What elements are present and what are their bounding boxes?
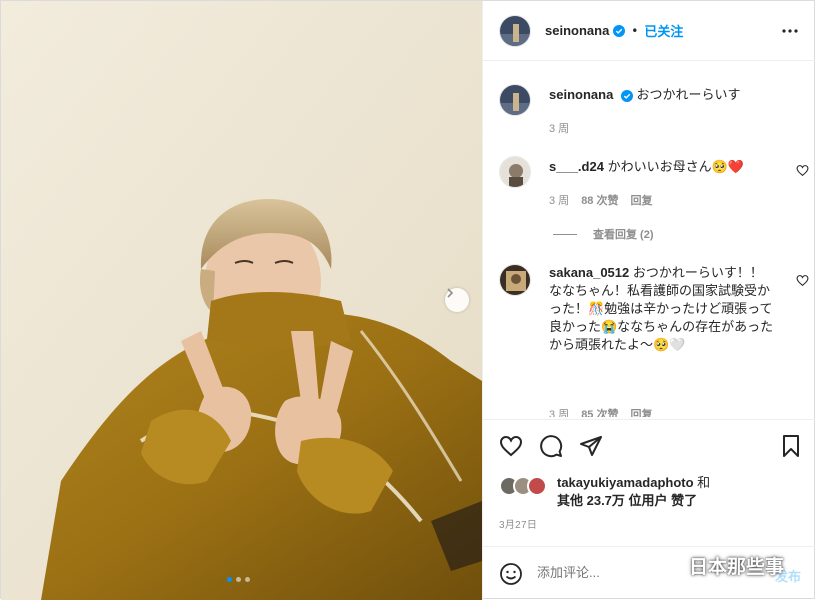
view-replies-label: 查看回复 (2)	[593, 229, 654, 241]
share-paper-plane-icon[interactable]	[579, 434, 603, 458]
avatar[interactable]	[499, 264, 531, 296]
likes-line-2[interactable]: 其他 23.7万 位用户 赞了	[557, 492, 697, 510]
caption-body: おつかれーらいす	[636, 87, 741, 102]
save-bookmark-icon[interactable]	[779, 434, 803, 458]
verified-badge-icon	[620, 89, 633, 102]
comment-username[interactable]: sakana_0512	[549, 265, 629, 280]
reply-button[interactable]: 回复	[630, 406, 652, 417]
comment-likes[interactable]: 88 次赞	[581, 192, 618, 208]
likes-line-1: takayukiyamadaphoto 和	[557, 474, 710, 492]
carousel-dot	[227, 577, 232, 582]
chevron-right-icon	[447, 288, 454, 298]
more-options-button[interactable]	[781, 22, 799, 40]
carousel-indicator	[227, 577, 250, 582]
avatar[interactable]	[499, 84, 531, 116]
watermark: 日本那些事	[649, 552, 784, 579]
comment-item: s___.d24 かわいいお母さん🥺❤️ 3 周 88 次赞 回复	[499, 156, 809, 216]
comment-bubble-icon[interactable]	[539, 434, 563, 458]
follow-status-button[interactable]: 已关注	[644, 21, 683, 40]
post-header: seinonana • 已关注	[483, 1, 815, 61]
caption-text: seinonana おつかれーらいす	[549, 86, 775, 104]
like-comment-heart-icon[interactable]	[796, 274, 809, 287]
comment-body: かわいいお母さん🥺❤️	[607, 159, 744, 174]
carousel-dot	[245, 577, 250, 582]
separator: •	[631, 23, 639, 38]
replies-divider	[553, 233, 577, 235]
avatar-image	[500, 15, 530, 46]
comment-meta: 3 周 88 次赞 回复	[549, 192, 652, 208]
emoji-icon[interactable]	[499, 562, 523, 586]
caption-time[interactable]: 3 周	[549, 120, 569, 136]
view-replies-button[interactable]: 查看回复 (2)	[553, 226, 654, 242]
liker-username[interactable]: takayukiyamadaphoto	[557, 475, 694, 490]
caption-username[interactable]: seinonana	[549, 87, 613, 102]
avatar[interactable]	[499, 156, 531, 188]
comments-section[interactable]: seinonana おつかれーらいす 3 周 s___.d24 かわいいお母さん…	[483, 62, 815, 417]
verified-badge-icon	[613, 24, 626, 37]
comment-time[interactable]: 3 周	[549, 192, 569, 208]
author-username[interactable]: seinonana	[545, 23, 609, 38]
caption: seinonana おつかれーらいす 3 周	[499, 84, 809, 144]
watermark-text: 日本那些事	[689, 556, 785, 578]
avatar-image	[500, 265, 530, 295]
reply-button[interactable]: 回复	[630, 192, 652, 208]
comment-text: sakana_0512 おつかれーらいす！！ななちゃん！私看護師の国家試験受かっ…	[549, 264, 775, 354]
action-bar	[483, 419, 815, 473]
next-photo-button[interactable]	[445, 288, 469, 312]
caption-meta: 3 周	[549, 120, 569, 136]
likes-count[interactable]: 其他 23.7万 位用户 赞了	[557, 493, 697, 508]
comment-username[interactable]: s___.d24	[549, 159, 604, 174]
like-heart-icon[interactable]	[499, 434, 523, 458]
comment-text: s___.d24 かわいいお母さん🥺❤️	[549, 158, 775, 176]
liker-avatars	[499, 476, 551, 496]
more-dots-icon	[782, 29, 798, 33]
avatar[interactable]	[499, 14, 531, 47]
comment-item: sakana_0512 おつかれーらいす！！ななちゃん！私看護師の国家試験受かっ…	[499, 264, 809, 417]
comment-time[interactable]: 3 周	[549, 406, 569, 417]
avatar-image	[500, 157, 530, 187]
carousel-dot	[236, 577, 241, 582]
wechat-icon	[650, 555, 682, 576]
post-side-panel: seinonana • 已关注 seinonana おつかれーらいす 3 周 s…	[482, 1, 815, 600]
comment-meta: 3 周 85 次赞 回复	[549, 406, 652, 417]
avatar-image	[500, 85, 530, 115]
photo-illustration	[1, 1, 482, 600]
avatar	[527, 476, 547, 496]
instagram-post: seinonana • 已关注 seinonana おつかれーらいす 3 周 s…	[0, 0, 815, 600]
comment-likes[interactable]: 85 次赞	[581, 406, 618, 417]
likes-and: 和	[697, 475, 711, 490]
post-date[interactable]: 3月27日	[499, 516, 537, 531]
like-comment-heart-icon[interactable]	[796, 164, 809, 177]
post-photo[interactable]	[1, 1, 482, 600]
